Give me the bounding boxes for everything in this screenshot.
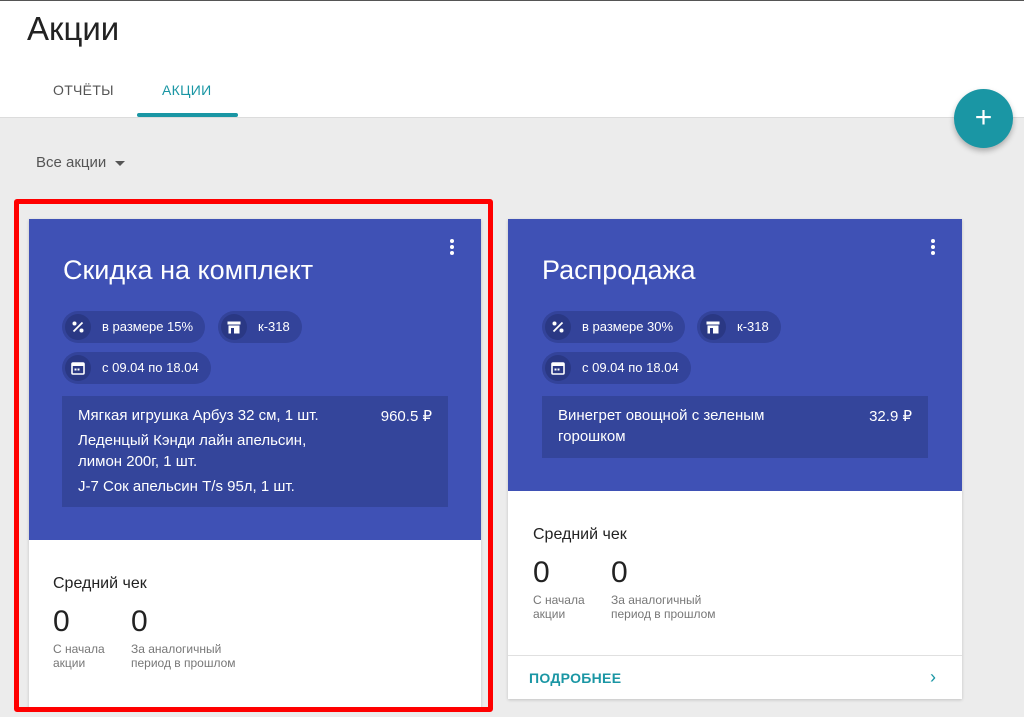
stat-since-start-label: С начала акции <box>53 642 105 670</box>
promotion-card[interactable]: Скидка на комплект в размере 15% к-318 с… <box>29 219 481 709</box>
product-price: 32.9 ₽ <box>869 408 912 425</box>
app-header: Акции ОТЧЁТЫ АКЦИИ <box>0 0 1024 118</box>
store-chip: к-318 <box>697 311 781 343</box>
tab-reports[interactable]: ОТЧЁТЫ <box>53 82 114 98</box>
stat-label-line: акции <box>53 656 86 670</box>
product-line: горошком <box>558 428 626 445</box>
date-text: с 09.04 по 18.04 <box>102 360 199 375</box>
filter-selected-value: Все акции <box>36 154 107 171</box>
stat-label-line: С начала <box>53 642 105 656</box>
product-price: 960.5 ₽ <box>380 408 432 425</box>
active-tab-indicator <box>137 113 238 117</box>
percent-icon <box>65 314 91 340</box>
card-header: Скидка на комплект в размере 15% к-318 с… <box>29 219 481 540</box>
more-vert-icon[interactable] <box>928 239 938 259</box>
card-footer: ПОДРОБНЕЕ › <box>508 655 962 699</box>
stat-label-line: С начала <box>533 593 585 607</box>
products-list: Винегрет овощной с зеленым 32.9 ₽ горошк… <box>542 396 928 458</box>
page-title: Акции <box>27 10 120 47</box>
card-title: Распродажа <box>542 255 696 285</box>
add-promotion-button[interactable]: + <box>954 89 1013 148</box>
stat-since-start-value: 0 <box>533 556 550 589</box>
discount-text: в размере 15% <box>102 319 194 334</box>
chevron-right-icon[interactable]: › <box>930 667 936 688</box>
stat-since-start-label: С начала акции <box>533 593 585 621</box>
promotion-filter-dropdown[interactable]: Все акции <box>36 154 126 171</box>
product-line: Леденцый Кэнди лайн апельсин, <box>78 432 307 449</box>
stat-prev-period-label: За аналогичный период в прошлом <box>611 593 716 621</box>
stat-prev-period-value: 0 <box>131 605 148 638</box>
stat-label-line: За аналогичный <box>611 593 702 607</box>
products-list: Мягкая игрушка Арбуз 32 см, 1 шт. 960.5 … <box>62 396 448 507</box>
date-chip: с 09.04 по 18.04 <box>62 352 211 384</box>
store-chip: к-318 <box>218 311 302 343</box>
stat-label-line: период в прошлом <box>611 607 716 621</box>
stat-label-line: акции <box>533 607 566 621</box>
store-icon <box>700 314 726 340</box>
stat-label-line: За аналогичный <box>131 642 222 656</box>
discount-chip: в размере 15% <box>62 311 206 343</box>
calendar-icon <box>65 355 91 381</box>
product-line: J-7 Сок апельсин T/s 95л, 1 шт. <box>78 478 295 495</box>
more-vert-icon[interactable] <box>447 239 457 259</box>
stats-title: Средний чек <box>53 575 147 592</box>
card-header: Распродажа в размере 30% к-318 с 09.04 п… <box>508 219 962 491</box>
store-text: к-318 <box>258 319 290 334</box>
product-line: Винегрет овощной с зеленым <box>558 407 765 424</box>
product-line: лимон 200г, 1 шт. <box>78 453 198 470</box>
store-icon <box>221 314 247 340</box>
percent-icon <box>545 314 571 340</box>
date-chip: с 09.04 по 18.04 <box>542 352 691 384</box>
stat-since-start-value: 0 <box>53 605 70 638</box>
stat-label-line: период в прошлом <box>131 656 236 670</box>
plus-icon: + <box>974 101 993 134</box>
discount-chip: в размере 30% <box>542 311 686 343</box>
discount-text: в размере 30% <box>582 319 674 334</box>
date-text: с 09.04 по 18.04 <box>582 360 679 375</box>
card-title: Скидка на комплект <box>63 255 314 285</box>
stat-prev-period-label: За аналогичный период в прошлом <box>131 642 236 670</box>
stat-prev-period-value: 0 <box>611 556 628 589</box>
store-text: к-318 <box>737 319 769 334</box>
details-link[interactable]: ПОДРОБНЕЕ <box>529 670 621 686</box>
promotion-card[interactable]: Распродажа в размере 30% к-318 с 09.04 п… <box>508 219 962 699</box>
calendar-icon <box>545 355 571 381</box>
product-line: Мягкая игрушка Арбуз 32 см, 1 шт. <box>78 407 319 424</box>
stats-title: Средний чек <box>533 526 627 543</box>
tab-promotions[interactable]: АКЦИИ <box>162 82 211 98</box>
caret-down-icon <box>115 160 126 166</box>
